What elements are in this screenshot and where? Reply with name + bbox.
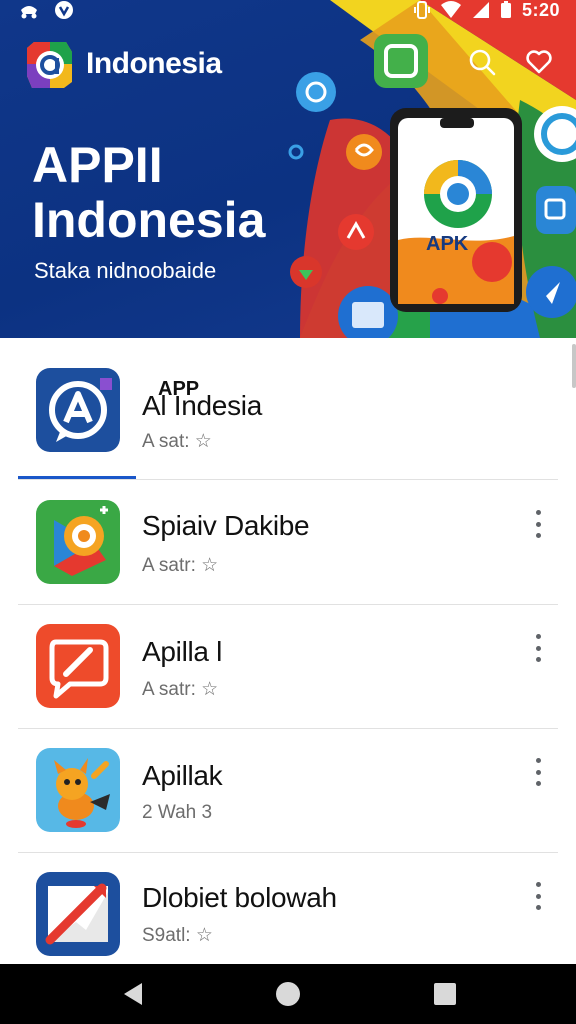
app-meta: S9atl: ☆: [142, 925, 213, 946]
brand[interactable]: Indonesia: [24, 38, 222, 90]
compose-icon: [36, 624, 120, 708]
back-icon[interactable]: [118, 979, 148, 1009]
hero-title-line1: APPII: [32, 137, 163, 193]
more-options-button[interactable]: [524, 504, 552, 544]
app-name: Apilla l: [142, 636, 223, 667]
brand-logo-icon: [27, 42, 72, 88]
heart-icon: [526, 50, 552, 74]
home-icon[interactable]: [273, 979, 303, 1009]
more-options-button[interactable]: [524, 628, 552, 668]
app-meta: A satr: ☆: [142, 555, 219, 576]
app-meta: 2 Wah 3: [142, 802, 213, 823]
signal-icon: [472, 2, 489, 18]
recents-icon[interactable]: [430, 979, 460, 1009]
hero-title: APPII Indonesia: [32, 138, 332, 248]
vibrate-icon: [413, 1, 430, 19]
status-time: 5:20: [521, 0, 560, 20]
hero-subtitle: Staka nidnoobaide: [34, 258, 217, 283]
list-item[interactable]: Apillak 2 Wah 3: [0, 728, 576, 852]
app-name: Apillak: [142, 760, 223, 791]
favorite-button[interactable]: [521, 44, 557, 80]
play-chat-icon: [36, 500, 120, 584]
hero-title-line2: Indonesia: [32, 192, 266, 248]
app-meta: A satr: ☆: [142, 679, 219, 700]
app-list: APP Al Indesia A sat: ☆ Spiaiv Dakibe A …: [0, 338, 576, 964]
chart-icon: [36, 872, 120, 956]
battery-icon: [500, 1, 511, 18]
status-bar: 5:20: [0, 0, 576, 24]
more-options-button[interactable]: [524, 752, 552, 792]
list-item[interactable]: Spiaiv Dakibe A satr: ☆: [0, 480, 576, 604]
system-nav-bar: [0, 964, 576, 1024]
phone-label: APK: [426, 233, 469, 255]
app-name: Al Indesia: [142, 390, 262, 421]
fox-icon: [36, 748, 120, 832]
brand-name: Indonesia: [86, 47, 222, 80]
app-name: Dlobiet bolowah: [142, 882, 337, 913]
app-meta: A sat: ☆: [142, 431, 212, 452]
search-button[interactable]: [464, 44, 500, 80]
app-name: Spiaiv Dakibe: [142, 510, 310, 541]
hero-banner: APK 5:20 Indonesia APPII Indonesia Staka…: [0, 0, 576, 338]
more-options-button[interactable]: [524, 876, 552, 916]
search-icon: [469, 49, 496, 76]
a-chat-icon: [36, 368, 120, 452]
notification-icon: [21, 6, 37, 19]
list-item[interactable]: Dlobiet bolowah S9atl: ☆: [0, 852, 576, 964]
list-item[interactable]: APP Al Indesia A sat: ☆: [0, 338, 576, 462]
shield-icon: [55, 1, 73, 19]
wifi-icon: [440, 1, 461, 18]
list-item[interactable]: Apilla l A satr: ☆: [0, 604, 576, 728]
